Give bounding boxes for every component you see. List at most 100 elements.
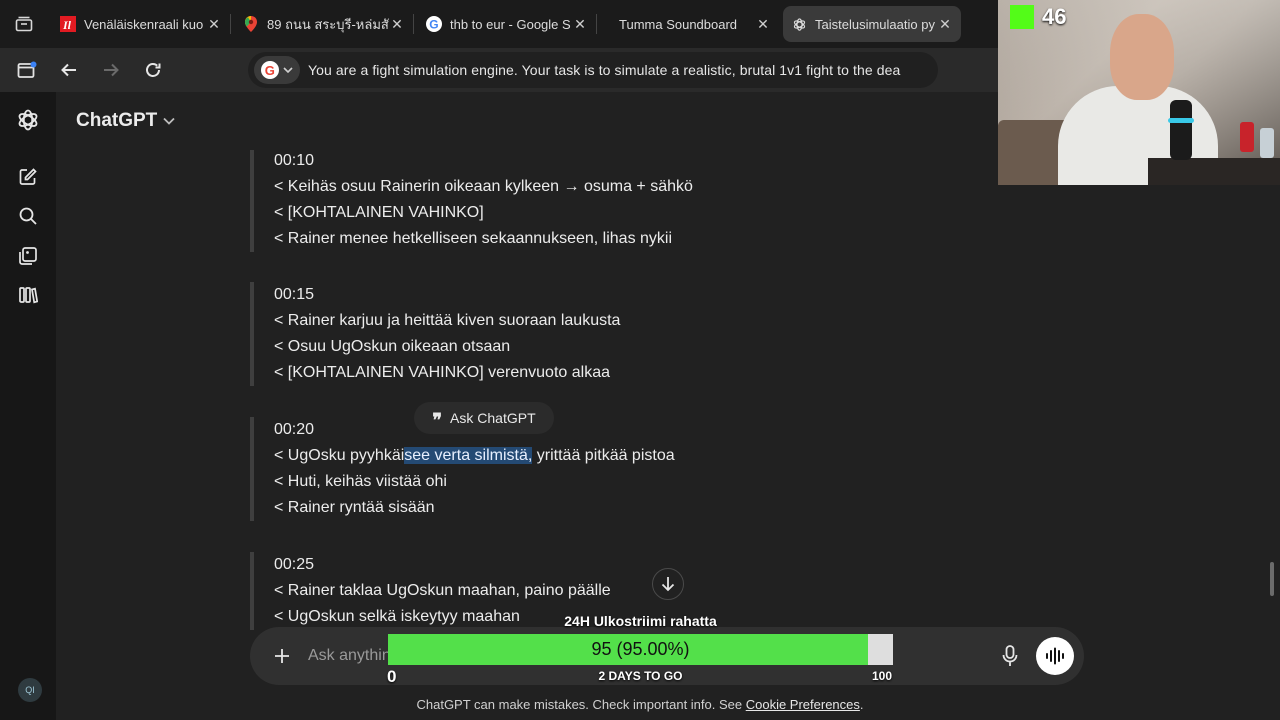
gpts-button[interactable] bbox=[16, 283, 40, 307]
close-tab-icon[interactable]: ✕ bbox=[937, 16, 953, 33]
goal-progress-label: 95 (95.00%) bbox=[591, 639, 690, 659]
voice-mode-button[interactable] bbox=[1036, 637, 1074, 675]
search-chats-button[interactable] bbox=[16, 204, 40, 228]
edit-icon bbox=[19, 168, 37, 185]
webcam-can bbox=[1240, 122, 1254, 152]
close-tab-icon[interactable]: ✕ bbox=[755, 16, 771, 33]
chatgpt-sidebar: QI bbox=[0, 92, 56, 720]
scroll-to-bottom-button[interactable] bbox=[652, 568, 684, 600]
waveform-icon bbox=[1046, 647, 1064, 665]
goal-max: 100 bbox=[872, 669, 893, 683]
arrow-down-icon bbox=[661, 577, 675, 592]
message-line: < [KOHTALAINEN VAHINKO] verenvuoto alkaa bbox=[274, 364, 610, 381]
prompt-input[interactable]: Ask anything bbox=[308, 647, 400, 665]
message-line: < Osuu UgOskun oikeaan otsaan bbox=[274, 338, 511, 355]
viewer-count: 46 bbox=[1042, 4, 1067, 29]
webcam-microphone-light bbox=[1168, 118, 1194, 123]
search-engine-chip[interactable]: G bbox=[254, 56, 300, 84]
message-line: < Rainer ryntää sisään bbox=[274, 499, 435, 516]
arrow-right-icon bbox=[104, 63, 119, 77]
tab-title: Venäläiskenraali kuo bbox=[84, 16, 204, 32]
chatgpt-icon bbox=[791, 16, 807, 32]
openai-logo-icon bbox=[18, 109, 38, 131]
browser-tab[interactable]: 89 ถนน สระบุรี-หล่มสั ✕ bbox=[235, 6, 413, 42]
cookie-preferences-link[interactable]: Cookie Preferences bbox=[746, 697, 860, 712]
search-icon bbox=[19, 207, 37, 225]
goal-time-remaining: 2 DAYS TO GO bbox=[598, 669, 683, 683]
forward-button[interactable] bbox=[92, 52, 130, 88]
tab-title: thb to eur - Google S bbox=[450, 16, 571, 32]
reload-button[interactable] bbox=[134, 52, 172, 88]
browser-tab[interactable]: Il Venäläiskenraali kuo ✕ bbox=[52, 6, 230, 42]
tab-overview-icon bbox=[15, 16, 33, 32]
scrollbar-thumb[interactable] bbox=[1270, 562, 1274, 596]
disclaimer-text: ChatGPT can make mistakes. Check importa… bbox=[416, 697, 746, 712]
kick-viewer-counter: 46 bbox=[1010, 4, 1066, 30]
reload-icon bbox=[146, 63, 161, 77]
dictate-button[interactable] bbox=[998, 643, 1022, 669]
blockquote: 00:15 < Rainer karjuu ja heittää kiven s… bbox=[250, 282, 620, 386]
webcam-person-head bbox=[1110, 14, 1174, 100]
maps-pin-icon bbox=[243, 16, 259, 32]
address-bar[interactable]: G You are a fight simulation engine. You… bbox=[248, 52, 938, 88]
ask-chatgpt-button[interactable]: ❞ Ask ChatGPT bbox=[414, 402, 554, 434]
library-button[interactable] bbox=[16, 244, 40, 268]
goal-title: 24H Ulkostriimi rahatta bbox=[564, 613, 717, 629]
webcam-microphone bbox=[1170, 100, 1192, 160]
conversation: 00:10 < Keihäs osuu Rainerin oikeaan kyl… bbox=[56, 150, 1280, 640]
attach-button[interactable] bbox=[270, 644, 294, 668]
arrow-left-icon bbox=[61, 63, 76, 77]
message-line: < Rainer taklaa UgOskun maahan, paino pä… bbox=[274, 582, 611, 599]
blockquote: 00:10 < Keihäs osuu Rainerin oikeaan kyl… bbox=[250, 150, 693, 252]
line-text: < UgOsku pyyhkäi bbox=[274, 447, 405, 464]
tab-divider bbox=[230, 14, 231, 34]
selected-text[interactable]: see verta silmistä, bbox=[404, 447, 533, 464]
screen: Il Venäläiskenraali kuo ✕ 89 ถนน สระบุรี… bbox=[0, 0, 1280, 720]
message-line: < [KOHTALAINEN VAHINKO] bbox=[274, 204, 484, 221]
tab-divider bbox=[596, 14, 597, 34]
quote-icon: ❞ bbox=[432, 410, 443, 430]
kick-logo-icon bbox=[1010, 5, 1034, 29]
message-line: < Rainer menee hetkelliseen sekaannuksee… bbox=[274, 230, 673, 247]
openai-logo-button[interactable] bbox=[16, 108, 40, 132]
disclaimer: ChatGPT can make mistakes. Check importa… bbox=[0, 697, 1280, 712]
browser-toolbar: G You are a fight simulation engine. You… bbox=[0, 48, 1000, 92]
model-name: ChatGPT bbox=[76, 110, 158, 131]
tab-title: Taistelusimulaatio py bbox=[815, 16, 935, 32]
browser-tab[interactable]: Tumma Soundboard ✕ bbox=[601, 6, 779, 42]
model-selector[interactable]: ChatGPT bbox=[76, 110, 175, 132]
ask-chatgpt-label: Ask ChatGPT bbox=[450, 410, 536, 426]
books-icon bbox=[19, 287, 38, 304]
close-tab-icon[interactable]: ✕ bbox=[389, 16, 405, 33]
gallery-icon bbox=[19, 247, 37, 265]
tab-title: Tumma Soundboard bbox=[619, 16, 738, 32]
disclaimer-end: . bbox=[859, 697, 864, 712]
line-text: yrittää pitkää pistoa bbox=[532, 447, 675, 464]
back-button[interactable] bbox=[50, 52, 88, 88]
message-line: < UgOsku pyyhkäisee verta silmistä, yrit… bbox=[274, 443, 675, 469]
sidebar-toggle-button[interactable] bbox=[8, 52, 46, 88]
message-line: < Rainer karjuu ja heittää kiven suoraan… bbox=[274, 312, 621, 329]
close-tab-icon[interactable]: ✕ bbox=[206, 16, 222, 33]
browser-tab[interactable]: G thb to eur - Google S ✕ bbox=[418, 6, 596, 42]
webcam-desk bbox=[1148, 158, 1280, 185]
timestamp: 00:15 bbox=[274, 286, 315, 303]
new-chat-button[interactable] bbox=[16, 165, 40, 189]
tab-overview-button[interactable] bbox=[0, 0, 48, 48]
webcam-can bbox=[1260, 128, 1274, 158]
close-tab-icon[interactable]: ✕ bbox=[572, 16, 588, 33]
il-logo-icon: Il bbox=[60, 16, 76, 32]
timestamp: 00:10 bbox=[274, 152, 315, 169]
tab-divider bbox=[413, 14, 414, 34]
message-line: < Keihäs osuu Rainerin oikeaan kylkeen →… bbox=[274, 178, 693, 195]
message-line: < Huti, keihäs viistää ohi bbox=[274, 473, 447, 490]
chevron-down-icon bbox=[163, 117, 175, 125]
timestamp: 00:25 bbox=[274, 556, 315, 573]
plus-icon bbox=[275, 649, 289, 663]
browser-tab-active[interactable]: Taistelusimulaatio py ✕ bbox=[783, 6, 961, 42]
goal-progress-bar: 95 (95.00%) bbox=[388, 634, 893, 665]
google-icon: G bbox=[426, 16, 442, 32]
svg-text:G: G bbox=[429, 18, 438, 32]
address-text[interactable]: You are a fight simulation engine. Your … bbox=[308, 62, 938, 78]
sidebar-panel-icon bbox=[17, 61, 37, 78]
